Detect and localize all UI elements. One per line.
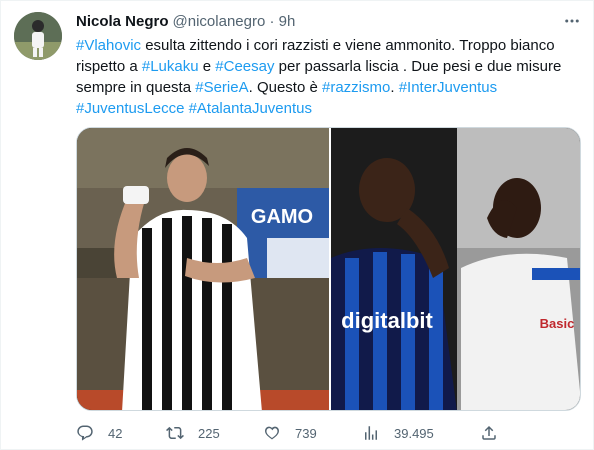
retweet-button[interactable]: 225 [166, 421, 220, 445]
hashtag-link[interactable]: #JuventusLecce [76, 100, 184, 117]
tweet-actions: 42 225 739 39.495 [76, 421, 581, 445]
hashtag-link[interactable]: #Ceesay [215, 58, 274, 75]
hashtag-link[interactable]: #InterJuventus [399, 79, 497, 96]
reply-count: 42 [108, 425, 123, 441]
reply-icon [77, 425, 93, 441]
tweet-header: Nicola Negro @nicolanegro · 9h [76, 11, 295, 31]
jersey-sponsor-text: digitalbit [341, 308, 433, 333]
tweet-card[interactable]: Nicola Negro @nicolanegro · 9h #Vlahovic… [0, 0, 594, 450]
tweet-media[interactable]: GAMO digitalbit Basic [76, 127, 581, 411]
hashtag-link[interactable]: #SerieA [195, 79, 248, 96]
tweet-text: #Vlahovic esulta zittendo i cori razzist… [76, 35, 581, 119]
retweet-icon [166, 426, 184, 440]
author-handle-time[interactable]: @nicolanegro · 9h [173, 13, 296, 30]
tweet-text-segment: . [390, 79, 399, 96]
hashtag-link[interactable]: #Lukaku [142, 58, 199, 75]
more-options-icon[interactable] [561, 10, 583, 32]
hashtag-link[interactable]: #razzismo [322, 79, 390, 96]
svg-text:Basic: Basic [540, 316, 575, 331]
retweet-count: 225 [198, 425, 220, 441]
like-count: 739 [295, 425, 317, 441]
reply-button[interactable]: 42 [76, 421, 122, 445]
avatar[interactable] [14, 12, 62, 60]
hashtag-link[interactable]: #Vlahovic [76, 37, 141, 54]
analytics-icon [365, 426, 377, 440]
views-button[interactable]: 39.495 [362, 421, 434, 445]
stadium-banner-text: GAMO [251, 206, 313, 228]
tweet-text-segment: . Questo è [248, 79, 322, 96]
lukaku-ceesay-photo[interactable]: digitalbit Basic [331, 128, 581, 411]
view-count: 39.495 [394, 425, 434, 441]
author-name[interactable]: Nicola Negro [76, 13, 169, 30]
heart-icon [265, 426, 279, 440]
tweet-text-segment: e [198, 58, 216, 75]
share-button[interactable] [480, 421, 498, 445]
share-icon [482, 425, 496, 440]
vlahovic-photo[interactable]: GAMO [77, 128, 329, 411]
hashtag-link[interactable]: #AtalantaJuventus [189, 100, 312, 117]
like-button[interactable]: 739 [263, 421, 317, 445]
